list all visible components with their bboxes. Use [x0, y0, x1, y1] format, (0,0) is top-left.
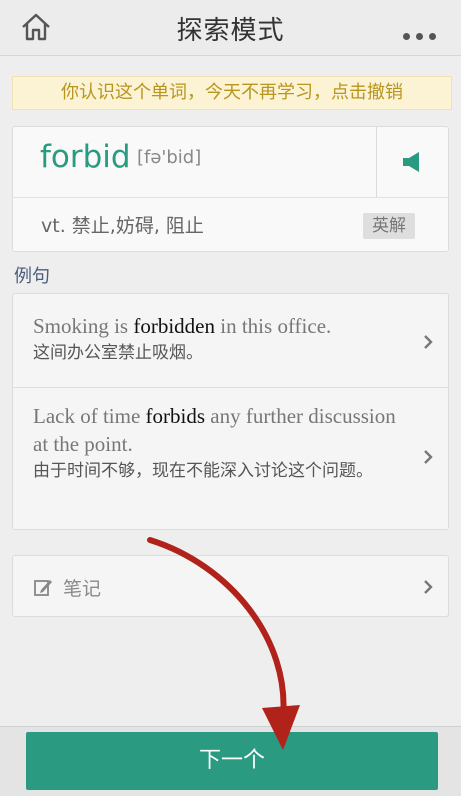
- more-icon[interactable]: [403, 25, 443, 40]
- pronounce-button[interactable]: [376, 127, 449, 197]
- english-definition-button[interactable]: 英解: [363, 213, 415, 239]
- edit-note-icon: [34, 580, 52, 596]
- example-english: Smoking is forbidden in this office.: [33, 314, 332, 338]
- chevron-right-icon: [424, 450, 433, 464]
- example-english: Lack of time forbids any further discuss…: [33, 404, 396, 456]
- example-item[interactable]: Smoking is forbidden in this office. 这间办…: [13, 294, 448, 388]
- example-item[interactable]: Lack of time forbids any further discuss…: [13, 389, 448, 529]
- notes-label: 笔记: [63, 578, 102, 600]
- page-title: 探索模式: [176, 16, 285, 46]
- word-text: forbid: [40, 139, 131, 175]
- divider: [13, 197, 449, 198]
- bottom-bar: 下一个: [0, 726, 461, 796]
- speaker-icon: [403, 152, 419, 172]
- chevron-right-icon: [424, 335, 433, 349]
- examples-section-label: 例句: [14, 266, 50, 287]
- chevron-right-icon: [424, 580, 433, 594]
- example-chinese: 由于时间不够，现在不能深入讨论这个问题。: [33, 461, 373, 481]
- example-keyword: forbidden: [133, 314, 216, 338]
- word-card: forbid [fə'bid] vt. 禁止,妨碍, 阻止 英解: [12, 126, 449, 252]
- word-meaning: vt. 禁止,妨碍, 阻止: [41, 215, 204, 237]
- notes-row[interactable]: 笔记: [12, 555, 449, 617]
- undo-notice[interactable]: 你认识这个单词，今天不再学习，点击撤销: [12, 76, 452, 110]
- example-keyword: forbids: [145, 404, 206, 428]
- examples-list: Smoking is forbidden in this office. 这间办…: [12, 293, 449, 530]
- top-bar: 探索模式: [0, 0, 461, 56]
- phonetic: [fə'bid]: [137, 147, 202, 168]
- next-button[interactable]: 下一个: [26, 732, 438, 790]
- word-header: forbid [fə'bid]: [13, 127, 376, 197]
- example-chinese: 这间办公室禁止吸烟。: [33, 343, 203, 363]
